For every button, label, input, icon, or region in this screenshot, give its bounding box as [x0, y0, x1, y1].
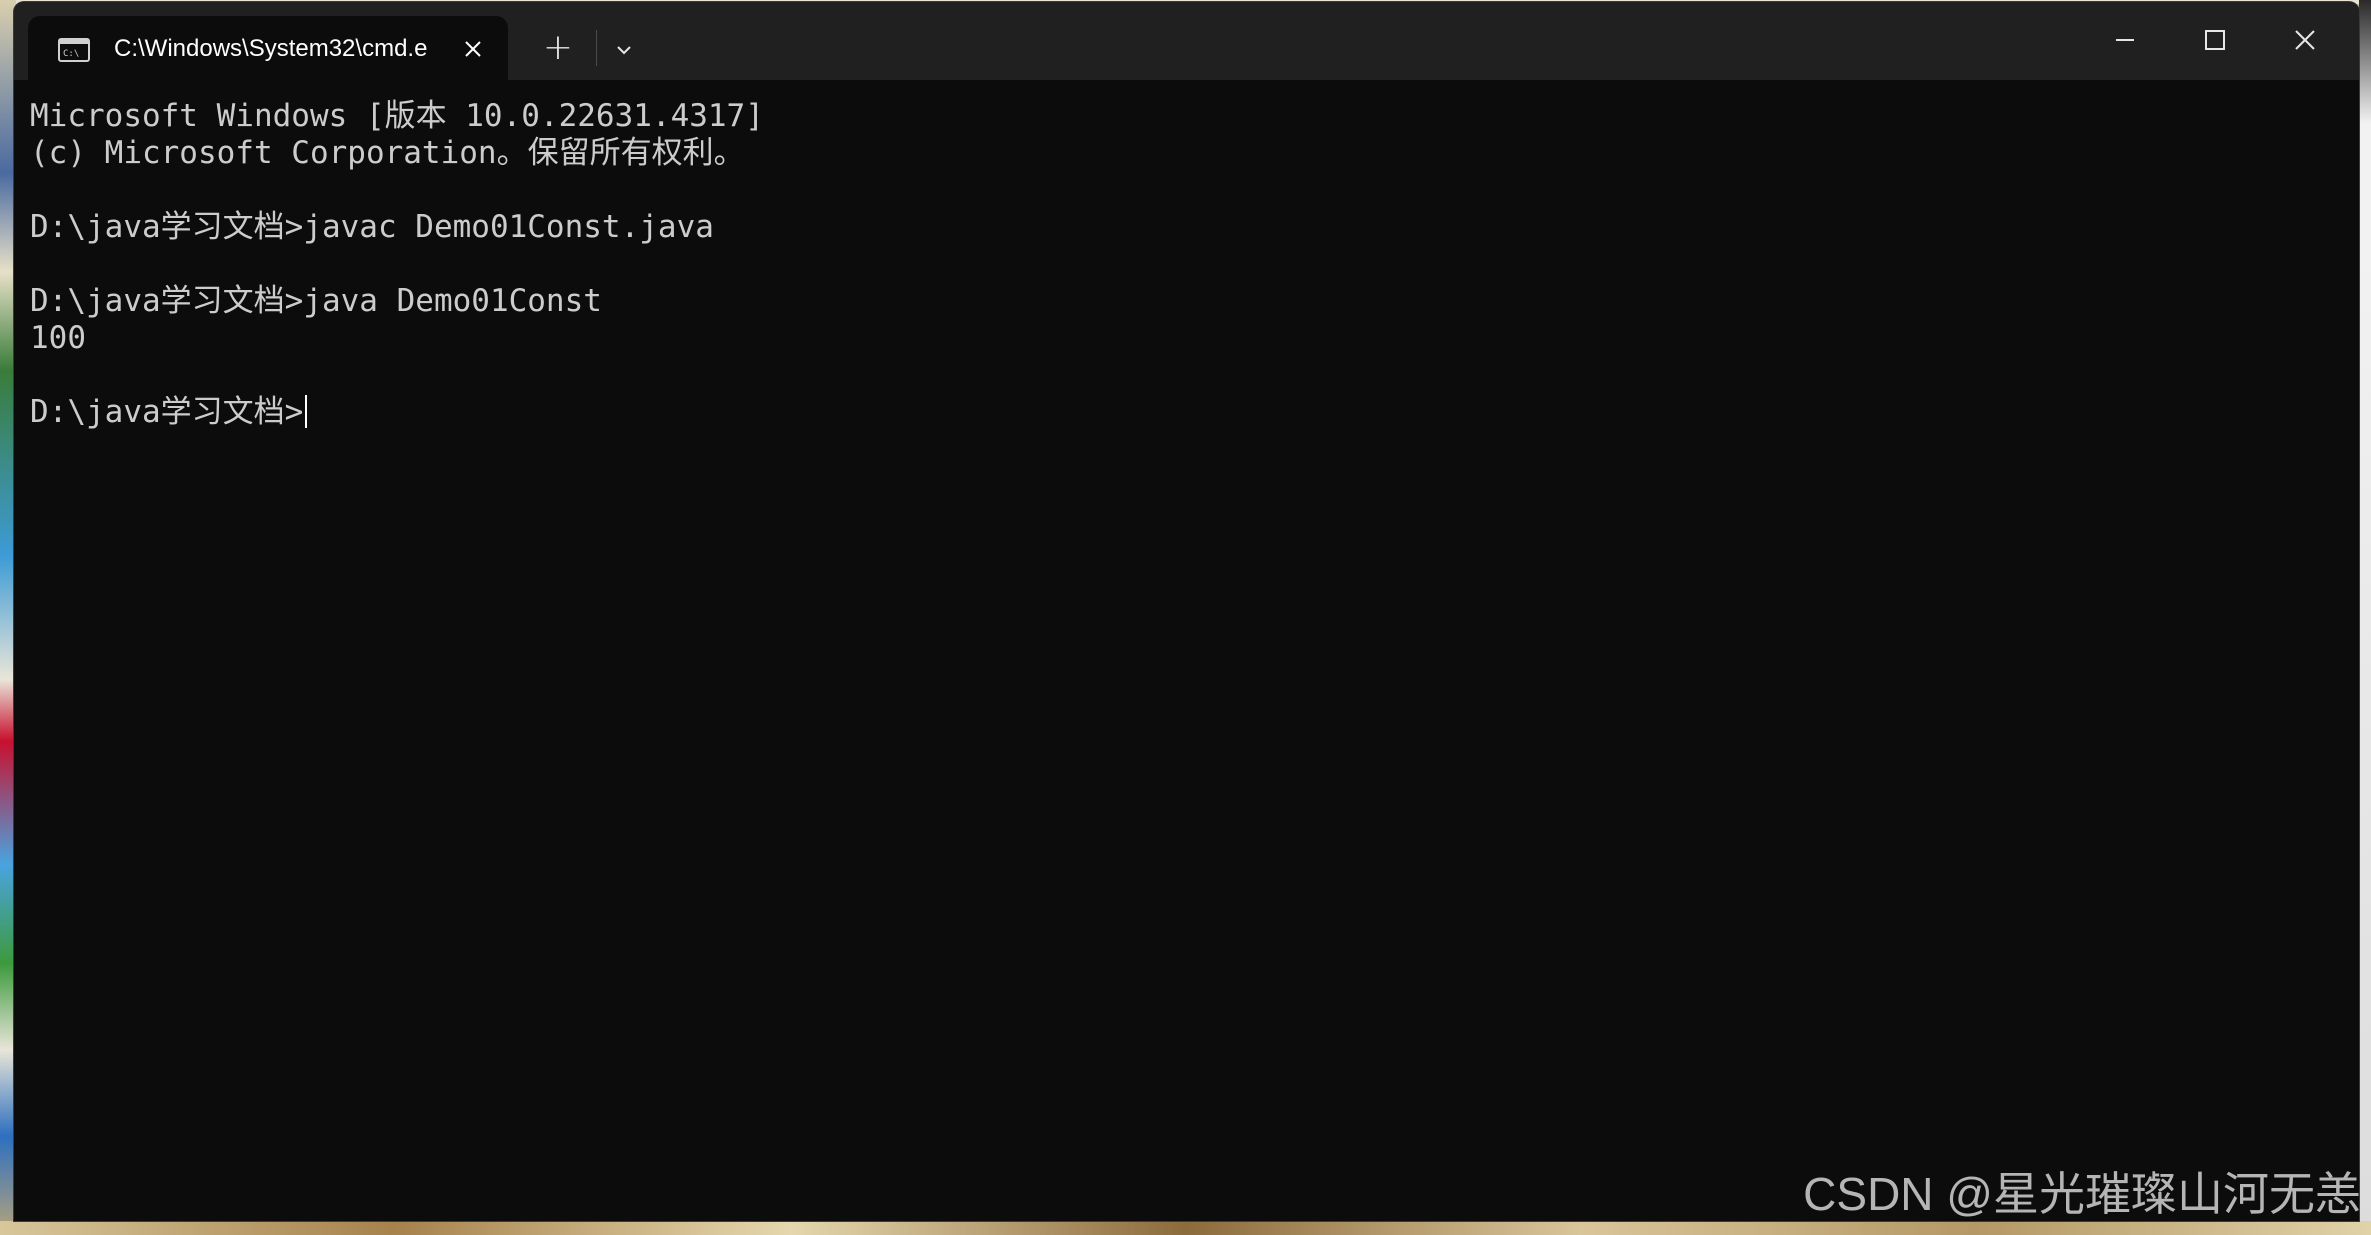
console-line: Microsoft Windows [版本 10.0.22631.4317]: [30, 98, 764, 134]
tab-divider: [596, 30, 597, 66]
console-output[interactable]: Microsoft Windows [版本 10.0.22631.4317] (…: [14, 80, 2359, 1221]
console-line: D:\java学习文档>javac Demo01Const.java: [30, 209, 714, 245]
close-icon[interactable]: [458, 34, 488, 64]
tab-cmd[interactable]: C:\ C:\Windows\System32\cmd.e: [28, 16, 508, 80]
tab-title: C:\Windows\System32\cmd.e: [114, 35, 428, 62]
console-line: D:\java学习文档>java Demo01Const: [30, 283, 602, 319]
console-line: (c) Microsoft Corporation。保留所有权利。: [30, 135, 745, 171]
console-prompt-line[interactable]: D:\java学习文档>: [30, 394, 308, 431]
console-icon: C:\: [58, 38, 90, 62]
background-window-edge: [2359, 0, 2371, 1235]
svg-text:C:\: C:\: [63, 49, 79, 59]
close-icon[interactable]: [2270, 16, 2340, 64]
chevron-down-icon[interactable]: [602, 28, 646, 72]
title-bar[interactable]: C:\ C:\Windows\System32\cmd.e +: [14, 2, 2359, 80]
new-tab-button[interactable]: +: [532, 26, 584, 70]
desktop-wallpaper-strip: [0, 1221, 2371, 1235]
terminal-window: C:\ C:\Windows\System32\cmd.e + Microsof…: [14, 2, 2359, 1221]
minimize-icon[interactable]: [2090, 16, 2160, 64]
maximize-icon[interactable]: [2180, 16, 2250, 64]
console-line: 100: [30, 320, 86, 356]
watermark: CSDN @星光璀璨山河无恙: [1803, 1168, 2361, 1220]
text-cursor: [305, 395, 308, 428]
console-prompt: D:\java学习文档>: [30, 394, 304, 430]
